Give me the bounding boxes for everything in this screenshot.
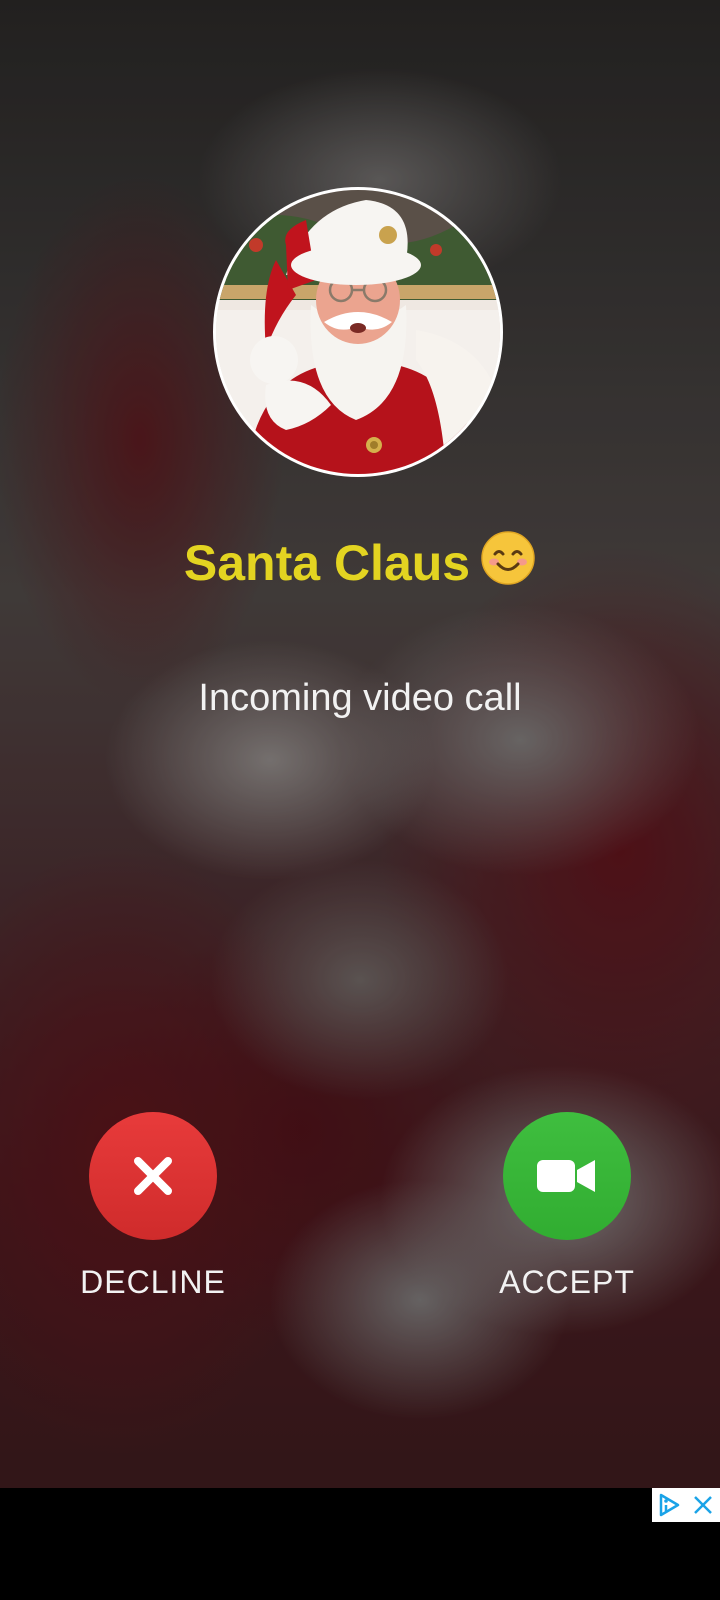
call-status-text: Incoming video call bbox=[198, 677, 522, 719]
decline-button[interactable] bbox=[89, 1112, 217, 1240]
decline-label: DECLINE bbox=[80, 1264, 226, 1300]
accept-button[interactable] bbox=[503, 1112, 631, 1240]
close-icon bbox=[134, 1157, 172, 1195]
adchoices-icon[interactable] bbox=[654, 1490, 684, 1520]
ad-choices-box bbox=[652, 1488, 720, 1522]
video-camera-icon bbox=[537, 1160, 595, 1192]
incoming-call-screen: Santa Claus Incoming video call DECLINE … bbox=[0, 0, 720, 1600]
santa-avatar-image bbox=[216, 190, 500, 474]
smiling-face-icon bbox=[480, 530, 536, 586]
caller-avatar bbox=[213, 187, 503, 477]
caller-name-row: Santa Claus bbox=[0, 530, 720, 596]
accept-label: ACCEPT bbox=[499, 1264, 635, 1300]
ad-close-icon[interactable] bbox=[688, 1490, 718, 1520]
ad-banner[interactable] bbox=[0, 1488, 720, 1600]
caller-name: Santa Claus bbox=[183, 535, 471, 591]
